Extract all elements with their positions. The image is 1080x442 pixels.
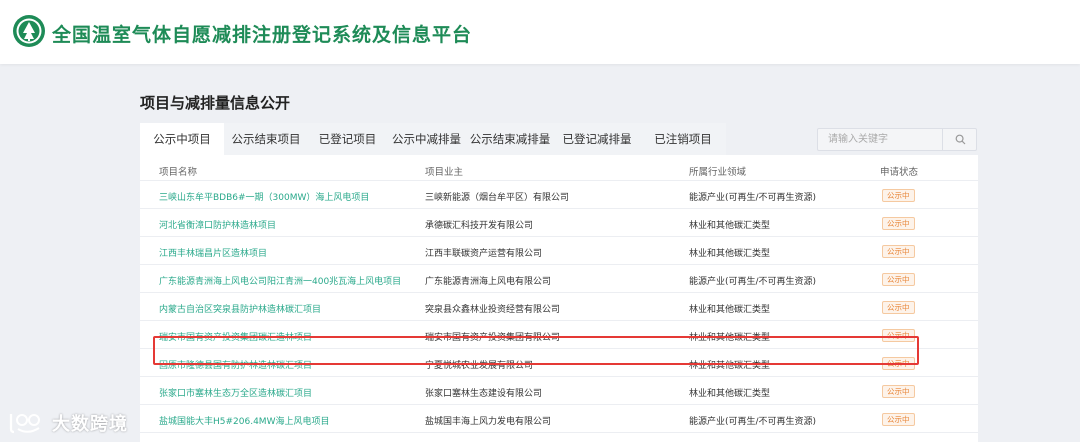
status-badge: 公示中 [882, 189, 915, 202]
tab-publicizing-reductions[interactable]: 公示中减排量 [387, 123, 466, 155]
project-name-link[interactable]: 盐城国能大丰H5#206.4MW海上风电项目 [159, 414, 329, 427]
tab-ended-reductions[interactable]: 公示结束减排量 [466, 123, 554, 155]
status-badge: 公示中 [882, 273, 915, 286]
header-project-name: 项目名称 [159, 167, 198, 178]
project-owner: 宁夏悦城农业发展有限公司 [425, 361, 534, 371]
industry-field: 能源产业(可再生/不可再生资源) [689, 417, 817, 427]
status-badge: 公示中 [882, 413, 915, 426]
search-icon [955, 134, 966, 145]
watermark-logo-icon [9, 414, 40, 434]
tab-registered-reductions[interactable]: 已登记减排量 [554, 123, 640, 155]
industry-field: 林业和其他碳汇类型 [689, 221, 771, 231]
project-name-link[interactable]: 张家口市塞林生态万全区造林碳汇项目 [159, 386, 312, 399]
status-badge: 公示中 [882, 357, 915, 370]
status-badge: 公示中 [882, 301, 915, 314]
tab-bar: 公示中项目 公示结束项目 已登记项目 公示中减排量 公示结束减排量 已登记减排量… [140, 123, 726, 155]
project-name-link[interactable]: 固原市隆德县国有防护林造林碳汇项目 [159, 358, 312, 371]
tab-ended-projects[interactable]: 公示结束项目 [224, 123, 308, 155]
industry-field: 能源产业(可再生/不可再生资源) [689, 193, 817, 203]
industry-field: 林业和其他碳汇类型 [689, 249, 771, 259]
project-owner: 瑞安市国有资产投资集团有限公司 [425, 333, 561, 343]
table-row[interactable]: 江西丰林瑞昌片区造林项目 江西丰联碳资产运营有限公司 林业和其他碳汇类型 公示中 [140, 237, 978, 265]
project-name-link[interactable]: 河北省衡漳口防护林造林项目 [159, 218, 276, 231]
top-header: 全国温室气体自愿减排注册登记系统及信息平台 [0, 0, 1080, 64]
project-owner: 江西丰联碳资产运营有限公司 [425, 249, 543, 259]
project-name-link[interactable]: 广东能源青洲海上风电公司阳江青洲一400兆瓦海上风电项目 [159, 274, 401, 287]
search-box [817, 128, 977, 151]
status-badge: 公示中 [882, 385, 915, 398]
industry-field: 林业和其他碳汇类型 [689, 389, 771, 399]
tab-publicizing-projects[interactable]: 公示中项目 [140, 123, 224, 155]
watermark-text: 大数跨境 [52, 414, 128, 435]
industry-field: 林业和其他碳汇类型 [689, 305, 771, 315]
search-input[interactable] [818, 129, 943, 150]
project-owner: 广东能源青洲海上风电有限公司 [425, 277, 552, 287]
project-owner: 盐城国丰海上风力发电有限公司 [425, 417, 552, 427]
site-title: 全国温室气体自愿减排注册登记系统及信息平台 [52, 24, 473, 46]
table-row[interactable]: 河北省衡漳口防护林造林项目 承德碳汇科技开发有限公司 林业和其他碳汇类型 公示中 [140, 209, 978, 237]
project-owner: 承德碳汇科技开发有限公司 [425, 221, 534, 231]
project-table: 项目名称 项目业主 所属行业领域 申请状态 三峡山东牟平BDB6#一期（300M… [140, 155, 978, 442]
search-button[interactable] [942, 129, 976, 150]
industry-field: 林业和其他碳汇类型 [689, 361, 771, 371]
tab-registered-projects[interactable]: 已登记项目 [308, 123, 387, 155]
status-badge: 公示中 [882, 217, 915, 230]
table-row[interactable]: 张家口市塞林生态万全区造林碳汇项目 张家口塞林生态建设有限公司 林业和其他碳汇类… [140, 377, 978, 405]
header-project-owner: 项目业主 [425, 167, 464, 178]
project-name-link[interactable]: 内蒙古自治区突泉县防护林造林碳汇项目 [159, 302, 321, 315]
project-name-link[interactable]: 江西丰林瑞昌片区造林项目 [159, 246, 267, 259]
watermark: 大数跨境 [8, 410, 128, 436]
tab-cancelled-projects[interactable]: 已注销项目 [640, 123, 726, 155]
table-row[interactable]: 广东能源青洲海上风电公司阳江青洲一400兆瓦海上风电项目 广东能源青洲海上风电有… [140, 265, 978, 293]
project-owner: 突泉县众鑫林业投资经营有限公司 [425, 305, 561, 315]
project-owner: 三峡新能源（烟台牟平区）有限公司 [425, 193, 570, 203]
industry-field: 林业和其他碳汇类型 [689, 333, 771, 343]
table-header: 项目名称 项目业主 所属行业领域 申请状态 [140, 155, 978, 181]
status-badge: 公示中 [882, 329, 915, 342]
info-panel: 公示中项目 公示结束项目 已登记项目 公示中减排量 公示结束减排量 已登记减排量… [140, 123, 978, 442]
project-name-link[interactable]: 三峡山东牟平BDB6#一期（300MW）海上风电项目 [159, 190, 369, 203]
project-owner: 张家口塞林生态建设有限公司 [425, 389, 543, 399]
table-row[interactable]: 内蒙古自治区突泉县防护林造林碳汇项目 突泉县众鑫林业投资经营有限公司 林业和其他… [140, 293, 978, 321]
status-badge: 公示中 [882, 245, 915, 258]
table-row[interactable]: 固原市隆德县国有防护林造林碳汇项目 宁夏悦城农业发展有限公司 林业和其他碳汇类型… [140, 349, 978, 377]
table-row[interactable]: 瑞安市国有资产投资集团碳汇造林项目 瑞安市国有资产投资集团有限公司 林业和其他碳… [140, 321, 978, 349]
table-row[interactable]: 盐城国能大丰H5#206.4MW海上风电项目 盐城国丰海上风力发电有限公司 能源… [140, 405, 978, 433]
industry-field: 能源产业(可再生/不可再生资源) [689, 277, 817, 287]
header-industry-field: 所属行业领域 [689, 167, 747, 178]
project-name-link[interactable]: 瑞安市国有资产投资集团碳汇造林项目 [159, 330, 312, 343]
page-title: 项目与减排量信息公开 [140, 94, 291, 112]
logo-icon [13, 15, 45, 47]
header-status: 申请状态 [880, 167, 919, 178]
table-row[interactable]: 三峡山东牟平BDB6#一期（300MW）海上风电项目 三峡新能源（烟台牟平区）有… [140, 181, 978, 209]
